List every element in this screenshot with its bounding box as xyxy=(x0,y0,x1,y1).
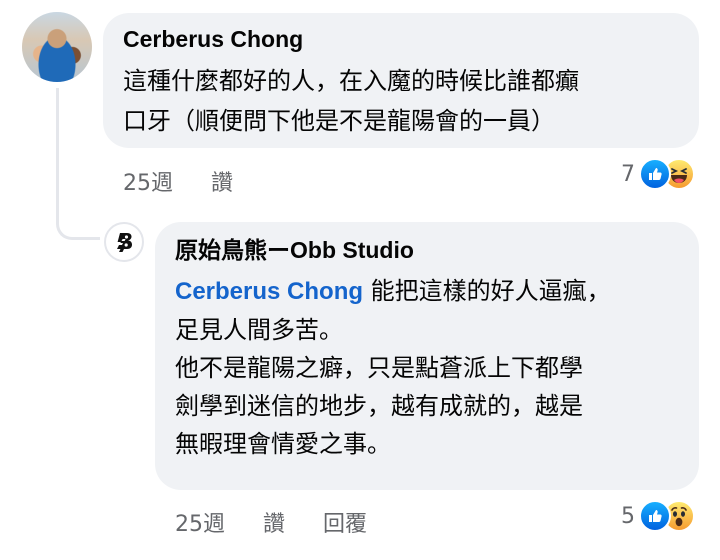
comment-author[interactable]: Cerberus Chong xyxy=(123,23,679,55)
reply-reactions[interactable]: 5 xyxy=(621,500,695,532)
reply-line-3: 他不是龍陽之癖，只是點蒼派上下都學 xyxy=(175,354,583,382)
reply-timestamp[interactable]: 25週 xyxy=(175,506,225,538)
comment-actions: 25週 讚 xyxy=(123,165,233,197)
comment-line-1: 這種什麼都好的人，在入魔的時候比誰都癲 xyxy=(123,67,579,95)
reply-like-button[interactable]: 讚 xyxy=(263,506,285,538)
reply-line-4: 劍學到迷信的地步，越有成就的，越是 xyxy=(175,392,583,420)
reply-text: Cerberus Chong 能把這樣的好人逼瘋， 足見人間多苦。 他不是龍陽之… xyxy=(175,272,679,463)
reply-actions: 25週 讚 回覆 xyxy=(175,506,367,538)
comment-line-2: 口牙（順便問下他是不是龍陽會的一員） xyxy=(123,107,555,135)
reply-thread-line xyxy=(56,88,100,240)
reply-reply-button[interactable]: 回覆 xyxy=(323,506,367,538)
reply-line-1-rest: 能把這樣的好人逼瘋， xyxy=(363,277,611,305)
comment-timestamp[interactable]: 25週 xyxy=(123,165,173,197)
comment-like-button[interactable]: 讚 xyxy=(211,165,233,197)
commenter-avatar[interactable] xyxy=(22,12,92,82)
obb-logo-icon xyxy=(117,233,132,252)
page-avatar[interactable] xyxy=(104,222,144,262)
like-icon xyxy=(639,158,671,190)
reply-line-2: 足見人間多苦。 xyxy=(175,316,343,344)
like-icon xyxy=(639,500,671,532)
reply-line-5: 無暇理會情愛之事。 xyxy=(175,430,391,458)
mention-link[interactable]: Cerberus Chong xyxy=(175,278,363,305)
reply-reaction-count: 5 xyxy=(621,503,635,529)
comment-reaction-count: 7 xyxy=(621,161,635,187)
comment-reactions[interactable]: 7 xyxy=(621,158,695,190)
comment-text: 這種什麼都好的人，在入魔的時候比誰都癲 口牙（順便問下他是不是龍陽會的一員） xyxy=(123,61,679,141)
reply-author[interactable]: 原始鳥熊ーObb Studio xyxy=(175,234,679,266)
reply-bubble: 原始鳥熊ーObb Studio Cerberus Chong 能把這樣的好人逼瘋… xyxy=(155,222,699,490)
comment-bubble: Cerberus Chong 這種什麼都好的人，在入魔的時候比誰都癲 口牙（順便… xyxy=(103,13,699,148)
